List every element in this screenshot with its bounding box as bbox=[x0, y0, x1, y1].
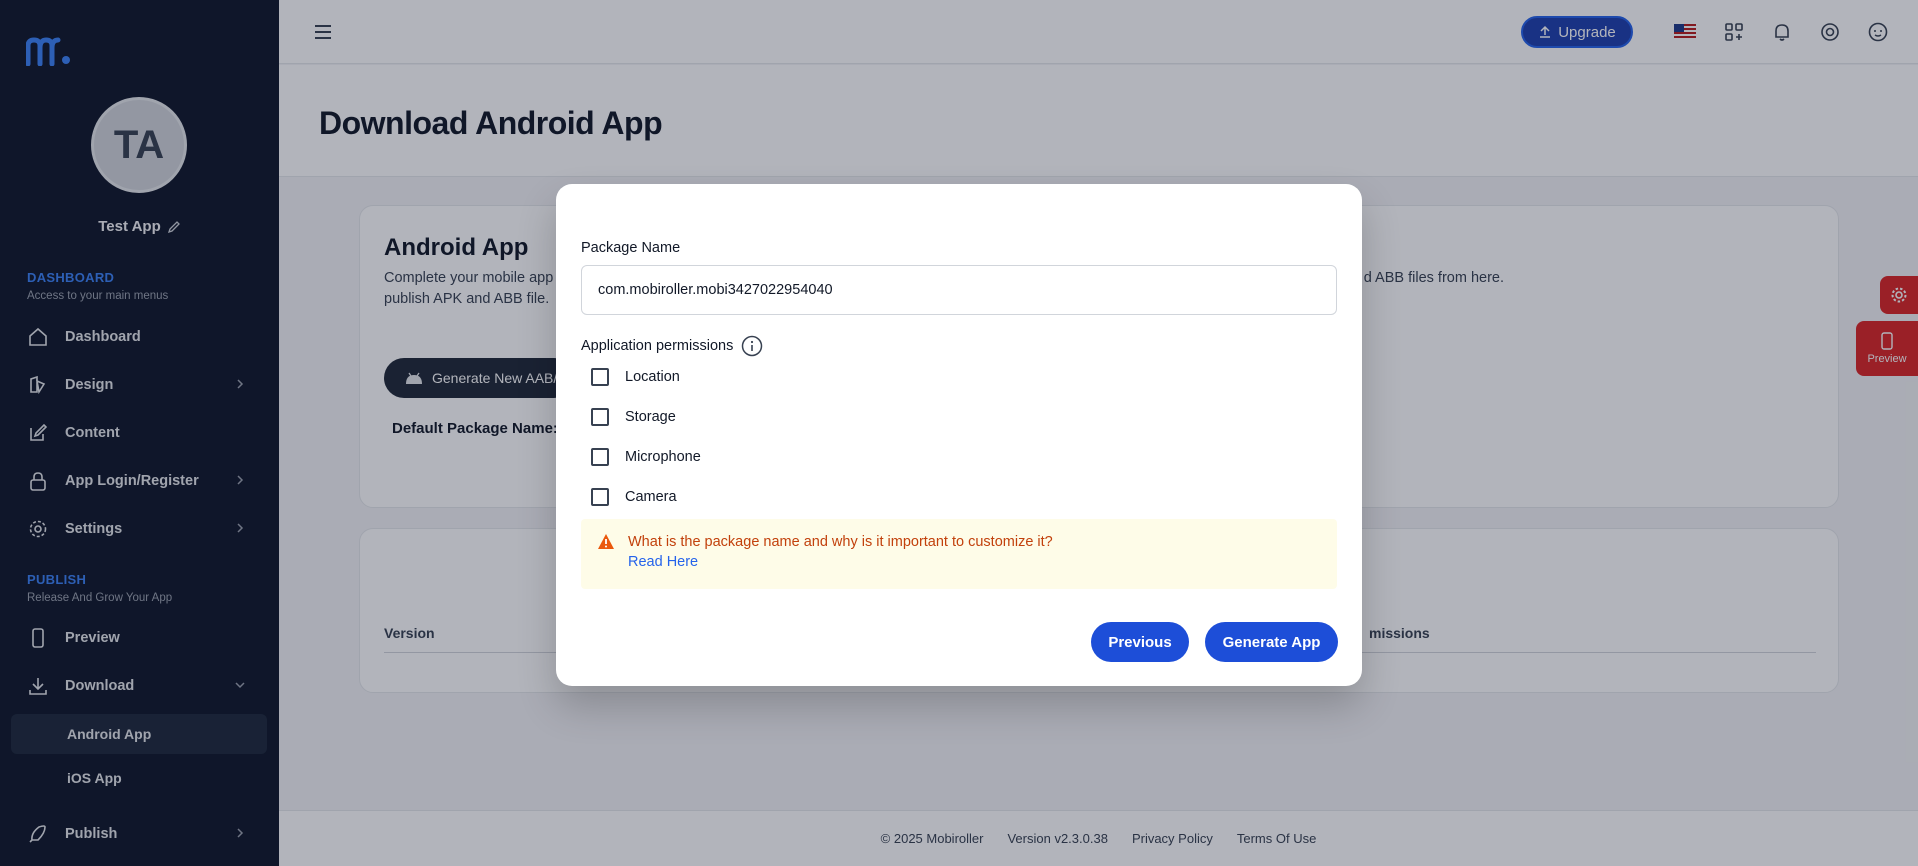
permission-storage[interactable]: Storage bbox=[591, 408, 676, 426]
permission-microphone[interactable]: Microphone bbox=[591, 448, 701, 466]
permission-label: Storage bbox=[625, 409, 676, 425]
permissions-label: Application permissions bbox=[581, 338, 734, 354]
info-icon[interactable] bbox=[741, 335, 763, 357]
permission-label: Camera bbox=[625, 489, 677, 505]
generate-app-button[interactable]: Generate App bbox=[1205, 622, 1338, 662]
previous-button[interactable]: Previous bbox=[1091, 622, 1189, 662]
warning-triangle-icon bbox=[598, 534, 614, 549]
microphone-checkbox[interactable] bbox=[591, 448, 609, 466]
read-here-link[interactable]: Read Here bbox=[628, 554, 698, 570]
package-name-label: Package Name bbox=[581, 240, 681, 256]
location-checkbox[interactable] bbox=[591, 368, 609, 386]
permission-camera[interactable]: Camera bbox=[591, 488, 677, 506]
permission-location[interactable]: Location bbox=[591, 368, 680, 386]
package-name-input[interactable] bbox=[581, 265, 1337, 315]
permission-label: Microphone bbox=[625, 449, 701, 465]
package-name-modal: Package Name Application permissions Loc… bbox=[556, 184, 1362, 686]
warning-text: What is the package name and why is it i… bbox=[628, 534, 1053, 550]
permission-label: Location bbox=[625, 369, 680, 385]
warning-box: What is the package name and why is it i… bbox=[581, 519, 1337, 589]
camera-checkbox[interactable] bbox=[591, 488, 609, 506]
permissions-heading: Application permissions bbox=[581, 335, 763, 357]
storage-checkbox[interactable] bbox=[591, 408, 609, 426]
